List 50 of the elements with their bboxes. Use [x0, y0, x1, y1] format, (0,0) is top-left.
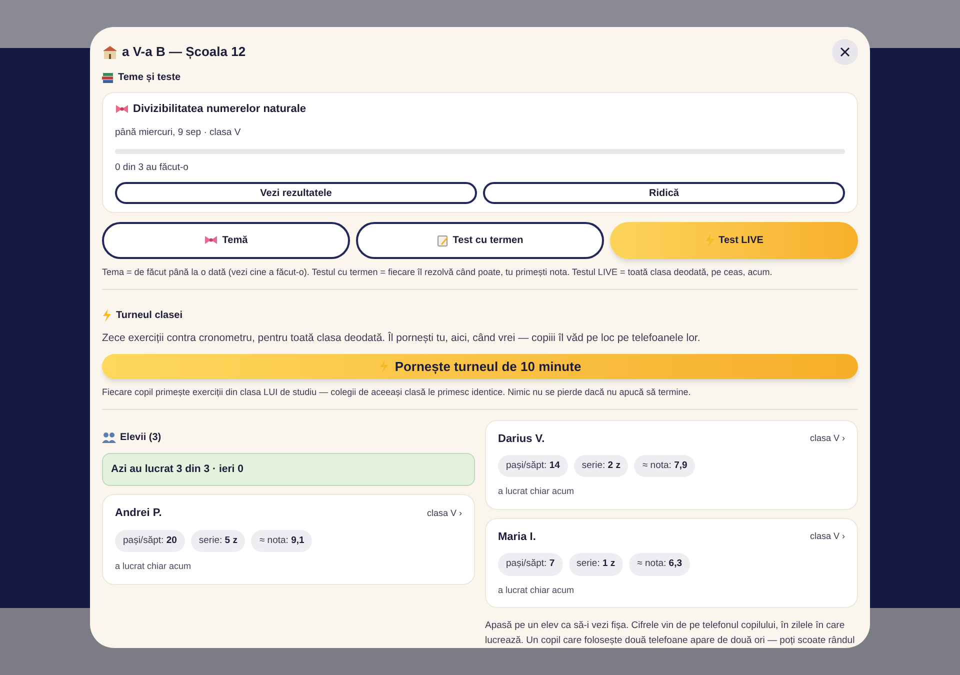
stat-chip: ≈ nota: 7,9	[634, 455, 696, 478]
stat-chip: ≈ nota: 6,3	[629, 553, 690, 576]
student-card[interactable]: Andrei P. clasa V › pași/săpt: 20 serie: 5 z ≈ nota: 9,1 a lucrat chiar acum	[102, 494, 475, 584]
start-tournament-button[interactable]: Pornește turneul de 10 minute	[102, 354, 858, 379]
progress-text: 0 din 3 au făcut-o	[115, 160, 190, 175]
section-heading: Elevii (3)	[120, 430, 162, 444]
class-link[interactable]: clasa V ›	[810, 530, 845, 544]
close-icon	[840, 47, 850, 57]
student-card[interactable]: Darius V. clasa V › pași/săpt: 14 serie: 2 z ≈ nota: 7,9 a lucrat chiar acum	[485, 420, 858, 510]
last-active-text: a lucrat chiar acum	[115, 560, 192, 573]
assignment-tab[interactable]: Temă	[102, 222, 350, 259]
stat-chip: pași/săpt: 7	[498, 553, 563, 576]
student-name: Maria I.	[498, 530, 536, 545]
stat-chip: serie: 2 z	[574, 455, 628, 478]
stat-chip: pași/săpt: 14	[498, 455, 568, 478]
lightning-icon	[378, 360, 389, 374]
bow-icon	[115, 104, 129, 115]
lightning-icon	[102, 308, 112, 322]
people-icon	[102, 432, 116, 442]
help-text: Apasă pe un elev ca să-i vezi fișa. Cifrele vin de pe telefonul copilului, în zilele în care lucrează. Un copil care folosește două telefoane apare de două ori — poți scoate rândul	[485, 619, 856, 648]
stat-chip: pași/săpt: 20	[115, 530, 185, 552]
outline-button[interactable]: Ridică	[483, 182, 845, 204]
memo-icon	[436, 234, 449, 246]
section-heading: Turneul clasei	[116, 308, 183, 322]
student-card[interactable]: Maria I. clasa V › pași/săpt: 7 serie: 1 z ≈ nota: 6,3 a lucrat chiar acum	[485, 518, 858, 608]
bow-icon	[204, 235, 218, 246]
books-icon	[102, 72, 114, 84]
stat-chip: serie: 1 z	[568, 553, 624, 576]
student-name: Andrei P.	[115, 506, 162, 522]
tournament-description: Zece exerciții contra cronometru, pentru toată clasa deodată. Îl pornești tu, aici, când vrei — copiii îl văd pe loc pe telefoanele lor.	[102, 330, 702, 346]
last-active-text: a lucrat chiar acum	[498, 485, 576, 498]
outline-button[interactable]: Vezi rezultatele	[115, 182, 477, 204]
stat-chip: serie: 5 z	[190, 530, 246, 552]
activity-summary: Azi au lucrat 3 din 3 · ieri 0	[102, 452, 475, 486]
section-heading: Teme și teste	[118, 71, 181, 85]
close-button[interactable]	[832, 39, 858, 65]
last-active-text: a lucrat chiar acum	[498, 584, 576, 596]
assignment-title: Divizibilitatea numerelor naturale	[133, 102, 306, 117]
class-link[interactable]: clasa V ›	[810, 432, 845, 446]
assignment-tab[interactable]: Test cu termen	[356, 222, 604, 259]
modal-title: a V-a B — Școala 12	[122, 43, 246, 62]
class-link[interactable]: clasa V ›	[426, 506, 462, 520]
stat-chip: ≈ nota: 9,1	[251, 530, 312, 552]
student-name: Darius V.	[498, 432, 545, 446]
school-icon	[102, 44, 118, 60]
help-text: Tema = de făcut până la o dată (vezi cine a făcut-o). Testul cu termen = fiecare îl rezolvă când poate, tu primești nota. Testul LIVE = toată clasa deodată, pe ceas, acum.	[102, 266, 774, 279]
assignment-tab[interactable]: Test LIVE	[610, 222, 858, 259]
lightning-icon	[704, 234, 715, 247]
assignment-meta: până miercuri, 9 sep · clasa V	[115, 126, 242, 140]
help-text: Fiecare copil primește exerciții din clasa LUI de studiu — colegii de aceeași clasă le primesc identice. Nimic nu se pierde dacă nu apucă să termine.	[102, 386, 692, 399]
